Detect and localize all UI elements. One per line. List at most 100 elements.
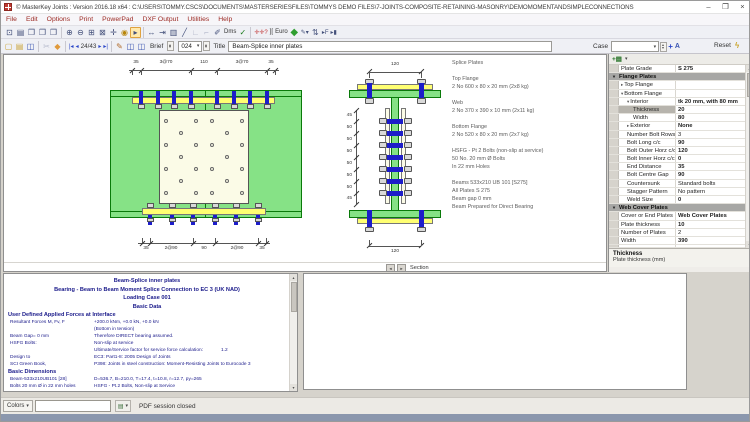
zoom-extents-icon[interactable]: ⊠	[97, 27, 108, 38]
prop-value[interactable]: 20	[676, 106, 749, 113]
diamond-icon[interactable]: ◆	[52, 41, 63, 52]
prop-row-bottom-flange[interactable]: ▾Bottom Flange	[609, 89, 749, 98]
section-prev-button[interactable]: ◂	[386, 264, 395, 271]
prop-value[interactable]: 3	[676, 131, 749, 138]
prop-row-width[interactable]: Width 390	[609, 236, 749, 246]
copy-text-icon[interactable]: ❐	[48, 27, 59, 38]
pen-dropdown-icon[interactable]: ✎▾	[300, 29, 310, 36]
zoom-in-icon[interactable]: ⊕	[64, 27, 75, 38]
new-doc-icon[interactable]: ▢	[3, 41, 14, 52]
scroll-up-icon[interactable]: ▴	[290, 274, 297, 281]
copy-bitmap-icon[interactable]: ❐	[37, 27, 48, 38]
prop-row-number-of-plates[interactable]: Number of Plates 2	[609, 228, 749, 237]
prop-value[interactable]: 90	[676, 171, 749, 178]
save-brief-icon[interactable]: ◫	[125, 41, 136, 52]
sheet-dropdown[interactable]: ▤ ▾	[114, 400, 132, 412]
dim-corner-icon[interactable]: ⌐	[201, 27, 212, 38]
prop-row-width[interactable]: Width 80	[609, 114, 749, 123]
last-failure-icon[interactable]: ▸▮	[330, 29, 338, 36]
bolt-marks-icon[interactable]: ✛✛?	[253, 29, 268, 36]
zoom-out-icon[interactable]: ⊖	[75, 27, 86, 38]
prop-value[interactable]: Web Cover Plates	[676, 212, 749, 219]
prop-value[interactable]: 2	[676, 229, 749, 236]
preview-icon[interactable]: ⊡	[4, 27, 15, 38]
save-full-icon[interactable]: ◫	[136, 41, 147, 52]
close-button[interactable]: ×	[734, 1, 749, 13]
first-record-icon[interactable]: |◂	[68, 43, 75, 50]
chevron-icon[interactable]: ▸	[621, 82, 623, 87]
add-row-icon[interactable]: +▤	[612, 55, 622, 63]
menu-dxf-output[interactable]: DXF Output	[142, 16, 178, 23]
prop-row-interior[interactable]: ▾Interior tk 20 mm, with 80 mm	[609, 97, 749, 106]
scroll-up-icon[interactable]: ▴	[746, 65, 749, 72]
pointer-tool-icon[interactable]: ▸	[130, 26, 141, 38]
next-failure-icon[interactable]: ▸F	[321, 29, 330, 36]
scrollbar-thumb[interactable]	[746, 73, 749, 97]
property-grid-scrollbar[interactable]: ▴ ▾	[745, 65, 749, 248]
dim-horizontal-icon[interactable]: ↔	[146, 27, 157, 38]
dim-vertical-icon[interactable]: ▥	[168, 27, 179, 38]
prop-value[interactable]	[676, 81, 749, 88]
section-next-button[interactable]: ▸	[397, 264, 406, 271]
last-record-icon[interactable]: ▸|	[102, 43, 109, 50]
dim-extents-icon[interactable]: ⇥	[157, 27, 168, 38]
zoom-window-icon[interactable]: ⊞	[86, 27, 97, 38]
prop-row-end-distance[interactable]: End Distance 35	[609, 163, 749, 172]
prop-section-web-cover-plates[interactable]: ▾ Web Cover Plates	[609, 204, 749, 213]
status-input[interactable]	[34, 400, 111, 412]
prop-value[interactable]: 10	[676, 221, 749, 228]
prop-value[interactable]: S 275	[676, 65, 749, 72]
dims-toggle-label[interactable]: Dms	[223, 29, 237, 35]
case-spinner[interactable]	[660, 41, 668, 52]
prop-row-bolt-long-c-c[interactable]: Bolt Long c/c 90	[609, 138, 749, 147]
menu-options[interactable]: Options	[47, 16, 70, 23]
drawing-canvas[interactable]: 35 3@70 110 3@70 35 35 2@90 90 2@90 35 120 120 45 50 5…	[3, 54, 607, 272]
prop-value[interactable]: 35	[676, 163, 749, 170]
title-input[interactable]	[228, 40, 553, 52]
reset-button[interactable]: Reset	[714, 42, 731, 49]
prop-row-countersunk[interactable]: Countersunk Standard bolts	[609, 179, 749, 188]
minimize-button[interactable]: –	[700, 1, 717, 13]
prop-row-cover-or-end-plates[interactable]: Cover or End Plates Web Cover Plates	[609, 212, 749, 221]
maximize-button[interactable]: ❐	[717, 1, 734, 13]
prop-section-flange-plates[interactable]: ▾ Flange Plates	[609, 73, 749, 82]
prop-row-bolt-centre-gap[interactable]: Bolt Centre Gap 90	[609, 171, 749, 180]
prop-row-plate-thickness[interactable]: Plate thickness 10	[609, 220, 749, 229]
prop-value[interactable]: 0	[676, 196, 749, 203]
print-icon[interactable]: ▤	[15, 27, 26, 38]
menu-help[interactable]: Help	[218, 16, 232, 23]
chevron-down-icon[interactable]: ▾	[625, 56, 628, 62]
prop-row-exterior[interactable]: ▸Exterior None	[609, 122, 749, 131]
sort-icon[interactable]: ⇅	[310, 27, 321, 38]
output-panel[interactable]: Beam-Splice inner plates Bearing - Beam t…	[3, 273, 298, 392]
cut-icon[interactable]: ✂	[41, 41, 52, 52]
prop-row-thickness[interactable]: Thickness 20	[609, 105, 749, 115]
pan-icon[interactable]: ✛	[108, 27, 119, 38]
dims-check-icon[interactable]: ✓	[237, 27, 248, 38]
prop-value[interactable]: No pattern	[676, 188, 749, 195]
add-case-icon[interactable]: +	[667, 42, 674, 51]
prop-value[interactable]: 390	[676, 237, 749, 244]
prop-row-weld-size[interactable]: Weld Size 0	[609, 196, 749, 205]
dim-diagonal-icon[interactable]: ╱	[179, 27, 190, 38]
chevron-icon[interactable]: ▸	[627, 123, 629, 128]
prop-row-bolt-outer-horz-c-c[interactable]: Bolt Outer Horz c/c 120	[609, 146, 749, 156]
prop-row-plate-grade[interactable]: Plate Grade S 275	[609, 65, 749, 74]
prop-value[interactable]: 0	[676, 155, 749, 162]
prop-row-bolt-inner-horz-c-c[interactable]: Bolt Inner Horz c/c 0	[609, 155, 749, 164]
euro-label[interactable]: Euro	[274, 29, 289, 35]
secondary-output-panel[interactable]	[303, 273, 687, 390]
prop-value[interactable]: 90	[676, 139, 749, 146]
plate-diamond-icon[interactable]: ◆	[289, 27, 300, 38]
menu-print[interactable]: Print	[79, 16, 93, 23]
dim-angle-icon[interactable]: ∟	[190, 27, 201, 38]
scroll-down-icon[interactable]: ▾	[746, 241, 749, 248]
prop-value[interactable]	[676, 90, 749, 97]
prop-row-stagger-pattern[interactable]: Stagger Pattern No pattern	[609, 187, 749, 196]
copy-metafile-icon[interactable]: ❐	[26, 27, 37, 38]
prop-value[interactable]: Standard bolts	[676, 180, 749, 187]
save-icon[interactable]: ◫	[25, 41, 36, 52]
case-dropdown[interactable]: ▾	[611, 41, 660, 52]
menu-edit[interactable]: Edit	[26, 16, 38, 23]
scroll-down-icon[interactable]: ▾	[290, 384, 297, 391]
